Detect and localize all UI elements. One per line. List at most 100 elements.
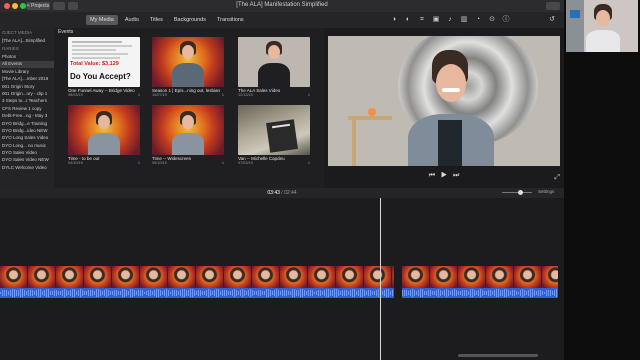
waveform-bar	[34, 291, 35, 295]
waveform-bar	[368, 289, 369, 297]
timeline-clip[interactable]	[402, 266, 558, 298]
project-item[interactable]: [The ALA]...Simplified	[0, 37, 54, 44]
waveform-bar	[382, 291, 383, 295]
tab-backgrounds[interactable]: Backgrounds	[170, 15, 210, 25]
sidebar-item[interactable]: 001 Origin...ory - clip 1	[0, 90, 54, 97]
waveform-bar	[28, 290, 29, 296]
clip-item[interactable]: Van -- Michelle Capdeu 07/03/19 1	[238, 105, 310, 165]
waveform-bar	[78, 290, 79, 296]
waveform-bar	[178, 291, 179, 295]
webcam-video	[566, 0, 638, 52]
tab-transitions[interactable]: Transitions	[213, 15, 248, 25]
tab-audio[interactable]: Audio	[121, 15, 143, 25]
skip-forward-button[interactable]: ⏭	[453, 172, 459, 179]
sidebar-item[interactable]: DYO Long Sales Video	[0, 135, 54, 142]
sidebar-item[interactable]: Movie Library	[0, 68, 54, 75]
clip-thumbnail	[68, 105, 140, 155]
tab-titles[interactable]: Titles	[146, 15, 167, 25]
waveform-bar	[250, 289, 251, 297]
waveform-bar	[8, 290, 9, 296]
speed-icon[interactable]: ◔	[474, 16, 482, 24]
waveform-bar	[458, 291, 459, 295]
settings-button[interactable]: Settings	[538, 189, 554, 194]
sidebar-item-photos[interactable]: Photos	[0, 53, 54, 60]
waveform-bar	[522, 289, 523, 297]
waveform-bar	[478, 289, 479, 297]
waveform-bar	[40, 289, 41, 297]
clip-item[interactable]: Time -- Widescreen 09/10/19 1	[152, 105, 224, 165]
waveform-bar	[510, 291, 511, 295]
waveform-bar	[92, 290, 93, 296]
waveform-bar	[220, 290, 221, 296]
waveform-bar	[280, 291, 281, 295]
sidebar-item[interactable]: DYO Sales Video	[0, 149, 54, 156]
zoom-slider[interactable]	[502, 192, 532, 193]
timeline-clip[interactable]	[0, 266, 394, 298]
clip-item[interactable]: Total Value: $3,129 Do You Accept? One F…	[68, 37, 140, 97]
waveform-bar	[402, 290, 403, 296]
sidebar-item[interactable]: DYO Long... no music	[0, 142, 54, 149]
share-button[interactable]	[546, 2, 560, 10]
waveform-bar	[246, 290, 247, 296]
filmstrip-frame	[56, 266, 84, 288]
clip-filter-icon[interactable]: ⊙	[488, 16, 496, 24]
waveform-bar	[200, 290, 201, 296]
clip-count: 1	[137, 93, 140, 97]
sidebar-item[interactable]: DYLC Welcome Video	[0, 164, 54, 171]
sidebar-item[interactable]: 3 Steps to...r Teachers	[0, 98, 54, 105]
clip-item[interactable]: Time - to be out 04/10/19 1	[68, 105, 140, 165]
waveform-bar	[38, 289, 39, 297]
video-preview[interactable]	[328, 36, 560, 166]
clip-item[interactable]: Season 1 | Epis...ning out, lesbian 10/0…	[152, 37, 224, 97]
color-correction-icon[interactable]: ◐	[404, 16, 412, 24]
waveform-bar	[254, 291, 255, 295]
clip-item[interactable]: The ALA Sales Video 12/13/19 1	[238, 37, 310, 97]
waveform-bar	[524, 289, 525, 297]
sidebar-item-all-events[interactable]: All Events	[0, 60, 54, 69]
info-icon[interactable]: ⓘ	[502, 16, 510, 24]
waveform-bar	[158, 289, 159, 297]
audio-waveform	[402, 288, 558, 298]
zoom-slider-thumb[interactable]	[518, 190, 523, 195]
waveform-bar	[530, 289, 531, 297]
waveform-bar	[138, 290, 139, 296]
waveform-bar	[554, 289, 555, 297]
volume-icon[interactable]: ♪	[446, 16, 454, 24]
waveform-bar	[16, 290, 17, 296]
waveform-bar	[428, 289, 429, 297]
waveform-bar	[248, 289, 249, 297]
reset-all-icon[interactable]: ↺	[548, 16, 556, 24]
clip-thumbnail	[238, 105, 310, 155]
stabilization-icon[interactable]: ▣	[432, 16, 440, 24]
fullscreen-icon[interactable]: ⤢	[554, 174, 560, 182]
sidebar-item[interactable]: Debt-Free...ng - May 3	[0, 113, 54, 120]
sidebar-item[interactable]: 001 Origin Story	[0, 83, 54, 90]
sidebar-item[interactable]: [The ALA]....mber 2019	[0, 76, 54, 83]
waveform-bar	[26, 291, 27, 295]
skip-back-button[interactable]: ⏮	[429, 172, 435, 179]
color-balance-icon[interactable]: ◑	[390, 16, 398, 24]
sidebar-item[interactable]: CFS Review 1 copy	[0, 105, 54, 112]
timeline[interactable]	[0, 198, 564, 360]
sidebar-item[interactable]: DYO Sales Video NEW	[0, 157, 54, 164]
tab-my-media[interactable]: My Media	[86, 15, 118, 25]
waveform-bar	[288, 291, 289, 295]
waveform-bar	[438, 289, 439, 297]
waveform-bar	[80, 289, 81, 297]
waveform-bar	[60, 291, 61, 295]
waveform-bar	[118, 290, 119, 296]
waveform-bar	[90, 289, 91, 297]
waveform-bar	[30, 289, 31, 297]
sidebar-item[interactable]: DYO Bridg...e Training	[0, 120, 54, 127]
noise-reduction-icon[interactable]: ▥	[460, 16, 468, 24]
waveform-bar	[198, 290, 199, 296]
waveform-bar	[162, 290, 163, 296]
play-button[interactable]: ▶	[441, 172, 447, 179]
playhead[interactable]	[380, 198, 381, 360]
timeline-scrollbar[interactable]	[458, 354, 538, 357]
sidebar-item[interactable]: DYO Bridg...ideo NEW	[0, 127, 54, 134]
waveform-bar	[334, 289, 335, 297]
waveform-bar	[488, 289, 489, 296]
waveform-bar	[252, 289, 253, 297]
crop-icon[interactable]: ⌗	[418, 16, 426, 24]
